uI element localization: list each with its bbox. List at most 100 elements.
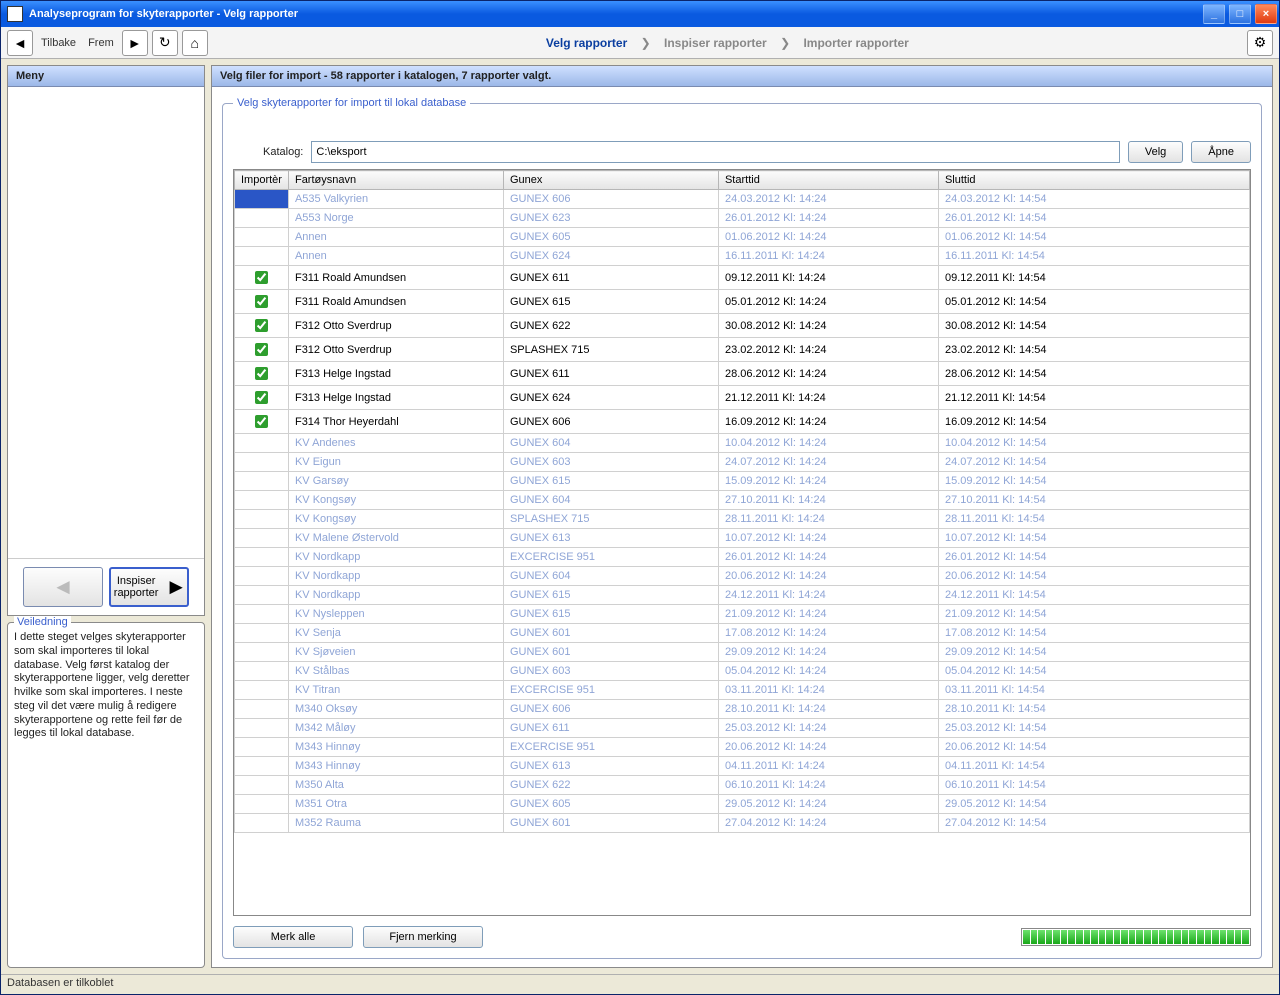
import-checkbox-cell[interactable] xyxy=(235,410,289,434)
table-row[interactable]: AnnenGUNEX 60501.06.2012 Kl: 14:2401.06.… xyxy=(235,228,1250,247)
table-row[interactable]: KV SenjaGUNEX 60117.08.2012 Kl: 14:2417.… xyxy=(235,624,1250,643)
cell-fartoy: M352 Rauma xyxy=(288,814,503,833)
table-row[interactable]: M343 HinnøyGUNEX 61304.11.2011 Kl: 14:24… xyxy=(235,757,1250,776)
open-button[interactable]: Åpne xyxy=(1191,141,1251,163)
next-step-button[interactable]: Inspiser rapporter ► xyxy=(109,567,189,607)
import-checkbox-cell[interactable] xyxy=(235,529,289,548)
catalog-input[interactable] xyxy=(311,141,1120,163)
table-row[interactable]: M351 OtraGUNEX 60529.05.2012 Kl: 14:2429… xyxy=(235,795,1250,814)
table-row[interactable]: KV NordkappGUNEX 60420.06.2012 Kl: 14:24… xyxy=(235,567,1250,586)
import-checkbox-cell[interactable] xyxy=(235,190,289,209)
import-checkbox-cell[interactable] xyxy=(235,266,289,290)
table-row[interactable]: KV NordkappEXCERCISE 95126.01.2012 Kl: 1… xyxy=(235,548,1250,567)
import-checkbox-cell[interactable] xyxy=(235,434,289,453)
table-row[interactable]: KV TitranEXCERCISE 95103.11.2011 Kl: 14:… xyxy=(235,681,1250,700)
col-gunex[interactable]: Gunex xyxy=(503,171,718,190)
table-row[interactable]: F313 Helge IngstadGUNEX 62421.12.2011 Kl… xyxy=(235,386,1250,410)
import-checkbox-cell[interactable] xyxy=(235,453,289,472)
table-row[interactable]: KV SjøveienGUNEX 60129.09.2012 Kl: 14:24… xyxy=(235,643,1250,662)
clear-selection-button[interactable]: Fjern merking xyxy=(363,926,483,948)
import-checkbox-cell[interactable] xyxy=(235,795,289,814)
import-checkbox-cell[interactable] xyxy=(235,228,289,247)
import-checkbox-cell[interactable] xyxy=(235,386,289,410)
import-checkbox-cell[interactable] xyxy=(235,491,289,510)
table-row[interactable]: F314 Thor HeyerdahlGUNEX 60616.09.2012 K… xyxy=(235,410,1250,434)
import-checkbox-cell[interactable] xyxy=(235,548,289,567)
table-row[interactable]: KV NysleppenGUNEX 61521.09.2012 Kl: 14:2… xyxy=(235,605,1250,624)
import-checkbox-cell[interactable] xyxy=(235,510,289,529)
cell-slutt: 09.12.2011 Kl: 14:54 xyxy=(938,266,1249,290)
col-fartoy[interactable]: Fartøysnavn xyxy=(288,171,503,190)
table-row[interactable]: F312 Otto SverdrupSPLASHEX 71523.02.2012… xyxy=(235,338,1250,362)
import-checkbox[interactable] xyxy=(255,319,268,332)
col-importer[interactable]: Importèr xyxy=(235,171,289,190)
select-all-button[interactable]: Merk alle xyxy=(233,926,353,948)
minimize-button[interactable]: _ xyxy=(1203,4,1225,24)
table-row[interactable]: KV KongsøySPLASHEX 71528.11.2011 Kl: 14:… xyxy=(235,510,1250,529)
table-row[interactable]: KV Malene ØstervoldGUNEX 61310.07.2012 K… xyxy=(235,529,1250,548)
import-checkbox-cell[interactable] xyxy=(235,567,289,586)
table-row[interactable]: KV AndenesGUNEX 60410.04.2012 Kl: 14:241… xyxy=(235,434,1250,453)
import-checkbox[interactable] xyxy=(255,343,268,356)
table-row[interactable]: KV NordkappGUNEX 61524.12.2011 Kl: 14:24… xyxy=(235,586,1250,605)
import-checkbox-cell[interactable] xyxy=(235,681,289,700)
table-row[interactable]: KV EigunGUNEX 60324.07.2012 Kl: 14:2424.… xyxy=(235,453,1250,472)
import-checkbox-cell[interactable] xyxy=(235,814,289,833)
import-checkbox-cell[interactable] xyxy=(235,757,289,776)
select-button[interactable]: Velg xyxy=(1128,141,1183,163)
col-slutt[interactable]: Sluttid xyxy=(938,171,1249,190)
table-row[interactable]: KV StålbasGUNEX 60305.04.2012 Kl: 14:240… xyxy=(235,662,1250,681)
maximize-button[interactable]: □ xyxy=(1229,4,1251,24)
table-row[interactable]: F311 Roald AmundsenGUNEX 61109.12.2011 K… xyxy=(235,266,1250,290)
import-checkbox-cell[interactable] xyxy=(235,776,289,795)
col-start[interactable]: Starttid xyxy=(718,171,938,190)
breadcrumb-step3[interactable]: Importer rapporter xyxy=(803,36,908,50)
import-checkbox-cell[interactable] xyxy=(235,247,289,266)
table-row[interactable]: M342 MåløyGUNEX 61125.03.2012 Kl: 14:242… xyxy=(235,719,1250,738)
cell-fartoy: KV Senja xyxy=(288,624,503,643)
import-checkbox[interactable] xyxy=(255,367,268,380)
table-row[interactable]: KV GarsøyGUNEX 61515.09.2012 Kl: 14:2415… xyxy=(235,472,1250,491)
import-checkbox-cell[interactable] xyxy=(235,362,289,386)
import-checkbox[interactable] xyxy=(255,415,268,428)
table-row[interactable]: M350 AltaGUNEX 62206.10.2011 Kl: 14:2406… xyxy=(235,776,1250,795)
import-checkbox-cell[interactable] xyxy=(235,643,289,662)
import-checkbox-cell[interactable] xyxy=(235,605,289,624)
table-scroll[interactable]: Importèr Fartøysnavn Gunex Starttid Slut… xyxy=(234,170,1250,915)
prev-step-button[interactable]: ◄ xyxy=(23,567,103,607)
table-row[interactable]: M343 HinnøyEXCERCISE 95120.06.2012 Kl: 1… xyxy=(235,738,1250,757)
back-button[interactable]: ◄ xyxy=(7,30,33,56)
import-checkbox-cell[interactable] xyxy=(235,472,289,491)
table-row[interactable]: F313 Helge IngstadGUNEX 61128.06.2012 Kl… xyxy=(235,362,1250,386)
import-checkbox-cell[interactable] xyxy=(235,700,289,719)
breadcrumb-step1[interactable]: Velg rapporter xyxy=(546,36,627,50)
import-checkbox-cell[interactable] xyxy=(235,338,289,362)
import-checkbox-cell[interactable] xyxy=(235,662,289,681)
table-row[interactable]: F311 Roald AmundsenGUNEX 61505.01.2012 K… xyxy=(235,290,1250,314)
import-checkbox[interactable] xyxy=(255,271,268,284)
settings-button[interactable]: ⚙ xyxy=(1247,30,1273,56)
table-row[interactable]: A553 NorgeGUNEX 62326.01.2012 Kl: 14:242… xyxy=(235,209,1250,228)
import-checkbox[interactable] xyxy=(255,391,268,404)
table-row[interactable]: M340 OksøyGUNEX 60628.10.2011 Kl: 14:242… xyxy=(235,700,1250,719)
forward-button[interactable]: ► xyxy=(122,30,148,56)
table-row[interactable]: M352 RaumaGUNEX 60127.04.2012 Kl: 14:242… xyxy=(235,814,1250,833)
import-checkbox-cell[interactable] xyxy=(235,719,289,738)
table-row[interactable]: KV KongsøyGUNEX 60427.10.2011 Kl: 14:242… xyxy=(235,491,1250,510)
refresh-button[interactable]: ↻ xyxy=(152,30,178,56)
import-checkbox-cell[interactable] xyxy=(235,209,289,228)
import-checkbox-cell[interactable] xyxy=(235,586,289,605)
cell-fartoy: M350 Alta xyxy=(288,776,503,795)
table-row[interactable]: AnnenGUNEX 62416.11.2011 Kl: 14:2416.11.… xyxy=(235,247,1250,266)
close-button[interactable]: × xyxy=(1255,4,1277,24)
table-row[interactable]: F312 Otto SverdrupGUNEX 62230.08.2012 Kl… xyxy=(235,314,1250,338)
import-checkbox[interactable] xyxy=(255,295,268,308)
breadcrumb-step2[interactable]: Inspiser rapporter xyxy=(664,36,767,50)
cell-slutt: 30.08.2012 Kl: 14:54 xyxy=(938,314,1249,338)
import-checkbox-cell[interactable] xyxy=(235,624,289,643)
import-checkbox-cell[interactable] xyxy=(235,290,289,314)
table-row[interactable]: A535 ValkyrienGUNEX 60624.03.2012 Kl: 14… xyxy=(235,190,1250,209)
home-button[interactable]: ⌂ xyxy=(182,30,208,56)
import-checkbox-cell[interactable] xyxy=(235,314,289,338)
import-checkbox-cell[interactable] xyxy=(235,738,289,757)
